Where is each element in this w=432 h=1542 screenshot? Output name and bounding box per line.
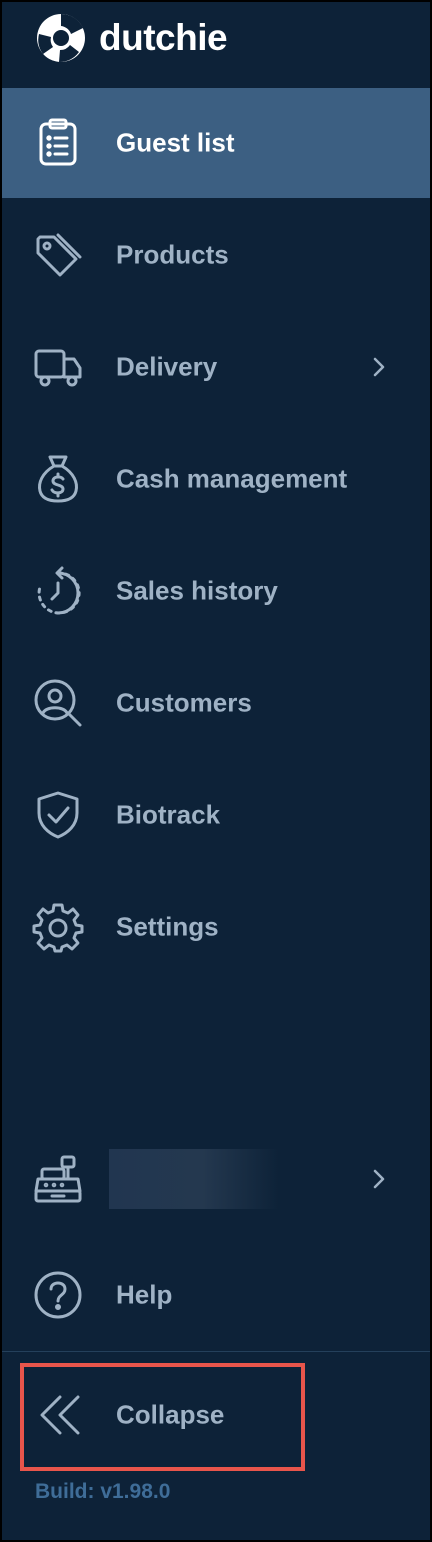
nav-label-biotrack: Biotrack [116,799,221,830]
nav-item-biotrack[interactable]: Biotrack [2,760,430,870]
nav-item-customers[interactable]: Customers [2,648,430,758]
double-chevron-left-icon [32,1389,84,1441]
nav-item-help[interactable]: Help [2,1240,430,1350]
dutchie-logo-icon [37,13,85,63]
clipboard-list-icon [32,117,84,169]
nav-label-sales-history: Sales history [116,575,278,606]
nav-item-guest-list[interactable]: Guest list [2,88,430,198]
nav-label-cash-management: Cash management [116,463,348,494]
nav-item-settings[interactable]: Settings [2,872,430,982]
divider [2,1351,430,1352]
brand-name: dutchie [99,17,228,58]
cash-register-icon [32,1153,84,1205]
nav-label-products: Products [116,239,229,270]
build-version: Build: v1.98.0 [35,1480,171,1503]
chevron-right-icon[interactable] [368,356,390,378]
gear-icon [32,901,84,953]
nav-label-collapse: Collapse [116,1399,225,1430]
brand-logo[interactable]: dutchie [35,12,228,64]
nav-label-help: Help [116,1279,173,1310]
help-circle-icon [32,1269,84,1321]
collapse-button[interactable]: Collapse [2,1360,430,1470]
register-name-redacted [109,1149,279,1209]
user-search-icon [32,677,84,729]
nav-label-customers: Customers [116,687,252,718]
nav-label-guest-list: Guest list [116,127,235,158]
nav-item-delivery[interactable]: Delivery [2,312,430,422]
nav-item-products[interactable]: Products [2,200,430,310]
tags-icon [32,229,84,281]
chevron-right-icon[interactable] [368,1168,390,1190]
nav-label-delivery: Delivery [116,351,218,382]
truck-icon [32,341,84,393]
history-clock-icon [32,565,84,617]
nav-item-sales-history[interactable]: Sales history [2,536,430,646]
nav-item-cash-management[interactable]: Cash management [2,424,430,534]
money-bag-icon [32,453,84,505]
sidebar: dutchie Guest list Products Delivery Cas… [0,0,432,1542]
nav-label-settings: Settings [116,911,219,942]
shield-check-icon [32,789,84,841]
register-selector[interactable] [2,1124,430,1234]
